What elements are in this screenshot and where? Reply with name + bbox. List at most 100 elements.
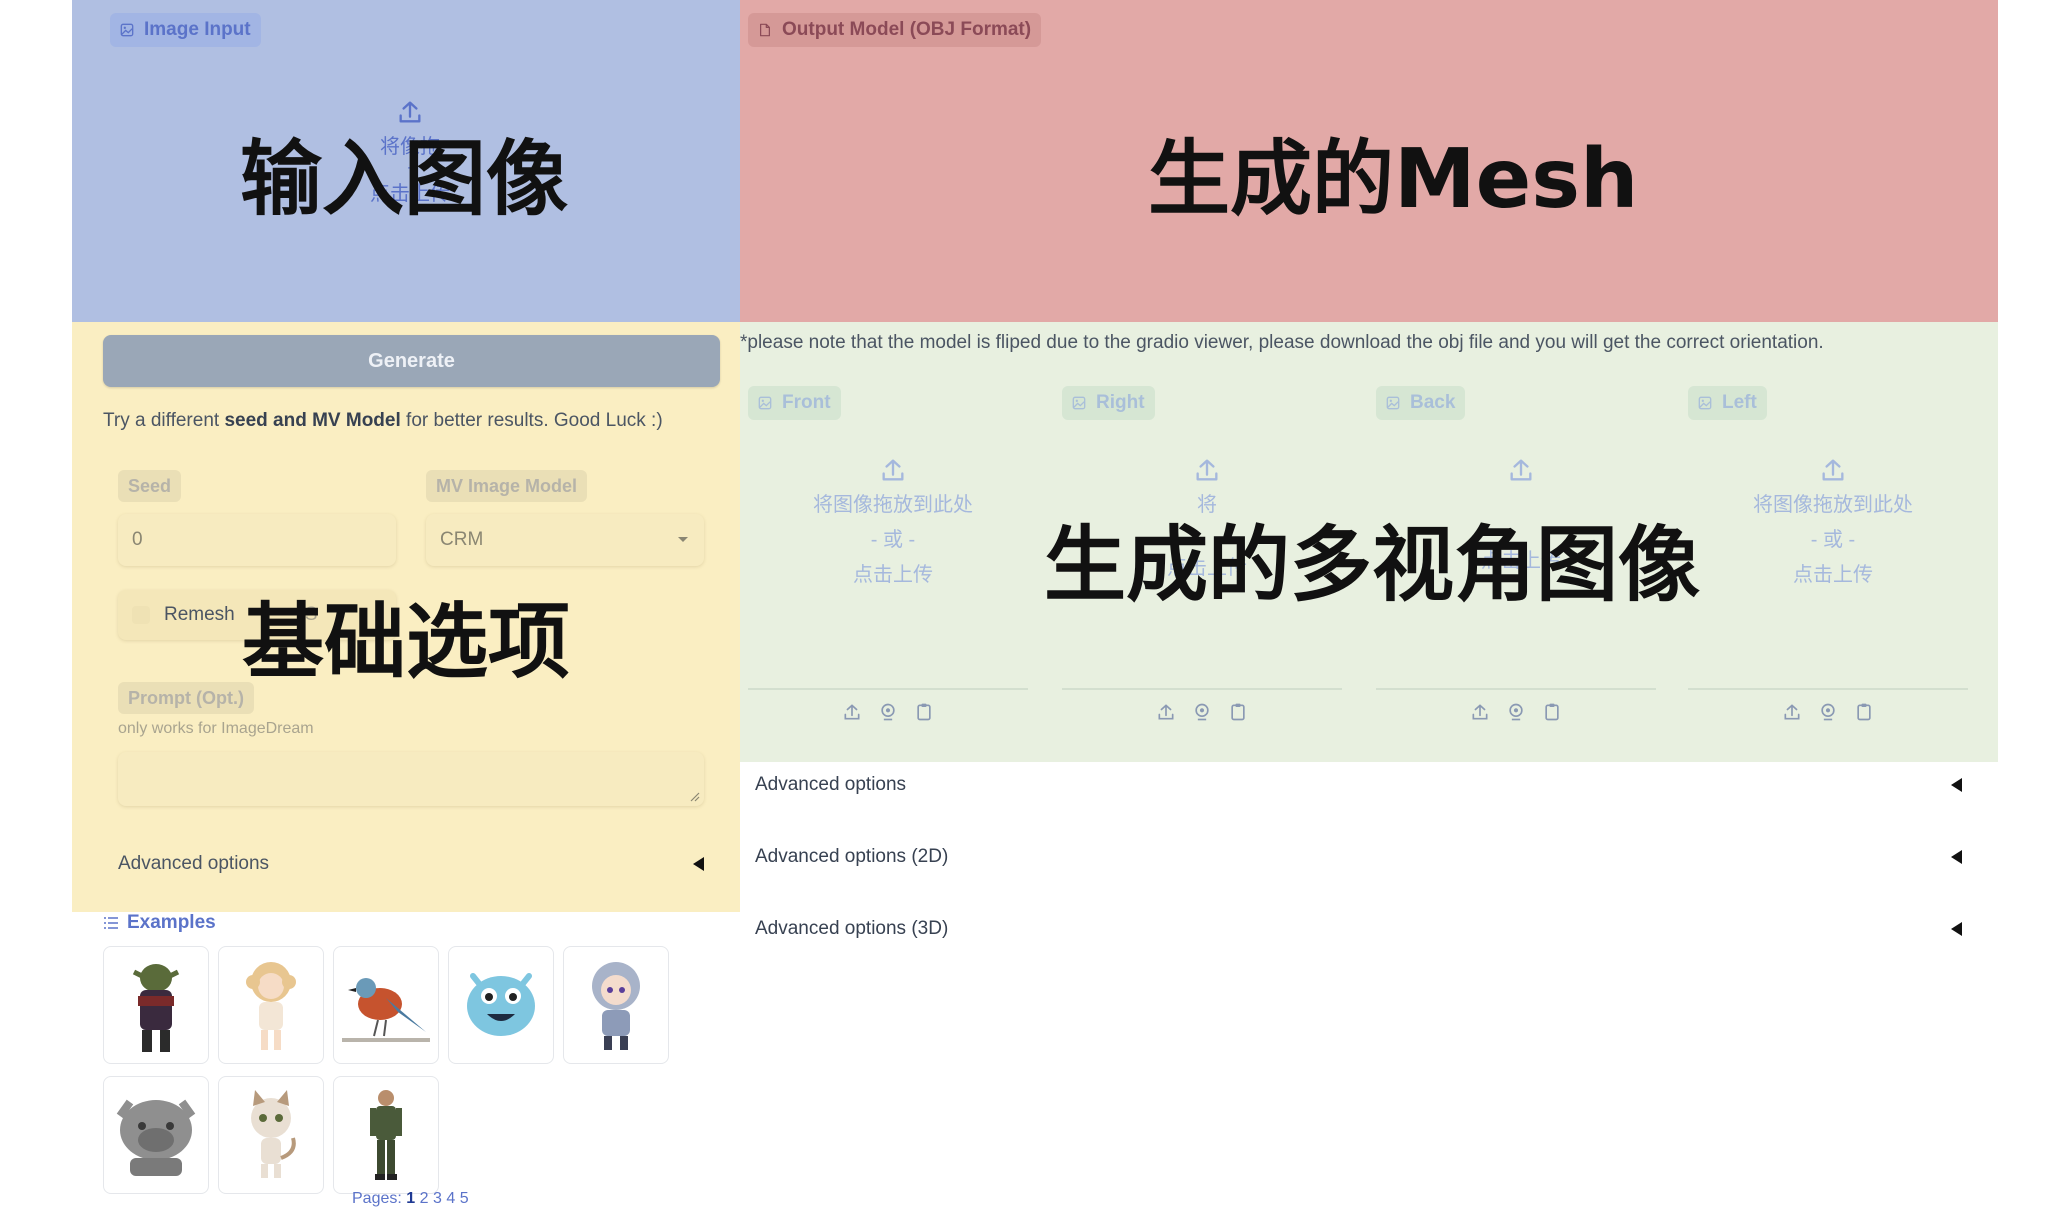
image-icon (1072, 396, 1086, 410)
example-blue-fluffy-monster[interactable] (448, 946, 554, 1064)
prompt-info: only works for ImageDream (118, 720, 314, 737)
page-1-link[interactable]: 1 (406, 1190, 415, 1207)
mv-right-label: Right (1062, 386, 1155, 420)
mv-left-line2: - 或 - (1810, 529, 1856, 551)
example-soldier[interactable] (333, 1076, 439, 1194)
example-orc-warrior[interactable] (103, 946, 209, 1064)
mv-right-label-text: Right (1096, 392, 1145, 413)
examples-header: Examples (103, 912, 216, 934)
hint-suffix: for better results. Good Luck :) (400, 410, 663, 431)
page-2-link[interactable]: 2 (420, 1190, 429, 1207)
accordion-advanced-options-3d-label: Advanced options (3D) (755, 918, 949, 939)
mv-left-label-text: Left (1722, 392, 1757, 413)
mv-front-line1: 将图像拖放到此处 (813, 494, 973, 516)
orientation-note: *please note that the model is fliped du… (740, 332, 1824, 353)
triangle-left-icon (1951, 778, 1962, 792)
triangle-left-icon (1951, 922, 1962, 936)
clipboard-icon[interactable] (1854, 702, 1874, 722)
mv-front-toolbar (748, 702, 1028, 722)
example-hooded-chibi[interactable] (563, 946, 669, 1064)
page-5-link[interactable]: 5 (460, 1190, 469, 1207)
mv-view-left[interactable]: Left 将图像拖放到此处 - 或 - 点击上传 (1688, 386, 1978, 721)
mv-front-label-text: Front (782, 392, 831, 413)
example-blonde-girl-figurine[interactable] (218, 946, 324, 1064)
basic-advanced-options-label: Advanced options (118, 853, 270, 874)
accordion-advanced-options-2d[interactable]: Advanced options (2D) (755, 838, 1962, 876)
mv-view-front[interactable]: Front 将图像拖放到此处 - 或 - 点击上传 (748, 386, 1038, 721)
generate-button[interactable]: Generate (103, 335, 720, 387)
cartoon-cat-image (251, 1090, 296, 1178)
clipboard-icon[interactable] (914, 702, 934, 722)
orc-warrior-image (132, 964, 180, 1052)
triangle-left-icon (1951, 850, 1962, 864)
resize-handle-icon[interactable] (688, 790, 700, 802)
triangle-left-icon (693, 857, 704, 871)
file-icon (760, 23, 770, 37)
mv-back-label: Back (1376, 386, 1466, 420)
mv-left-label: Left (1688, 386, 1767, 420)
image-input-label-text: Image Input (144, 19, 251, 40)
bird-image (342, 978, 430, 1042)
mv-front-separator (748, 688, 1028, 690)
upload-icon (882, 459, 904, 481)
seed-value: 0 (132, 529, 143, 550)
prompt-textarea[interactable] (118, 752, 704, 806)
image-icon (1698, 396, 1712, 410)
accordion-advanced-options-2d-label: Advanced options (2D) (755, 846, 949, 867)
overlay-mesh: 生成的Mesh (1148, 132, 1639, 227)
upload-icon[interactable] (1782, 702, 1802, 722)
stone-bulldog-image (116, 1099, 196, 1176)
upload-icon[interactable] (1156, 702, 1176, 722)
blue-monster-image (467, 973, 535, 1036)
mv-right-toolbar (1062, 702, 1342, 722)
upload-icon[interactable] (842, 702, 862, 722)
accordion-advanced-options-label: Advanced options (755, 774, 907, 795)
pagination: Pages: 1 2 3 4 5 (352, 1190, 469, 1208)
image-icon (120, 23, 134, 37)
page-4-link[interactable]: 4 (446, 1190, 455, 1207)
mv-left-separator (1688, 688, 1968, 690)
output-model-label: Output Model (OBJ Format) (748, 13, 1042, 47)
soldier-image (370, 1090, 402, 1180)
webcam-icon[interactable] (1818, 702, 1838, 722)
overlay-basic-options: 基础选项 (242, 595, 571, 690)
pages-label: Pages: (352, 1190, 402, 1207)
basic-advanced-options[interactable]: Advanced options (118, 846, 704, 882)
hint-bold: seed and MV Model (224, 410, 401, 431)
webcam-icon[interactable] (1506, 702, 1526, 722)
example-stone-bulldog-bust[interactable] (103, 1076, 209, 1194)
webcam-icon[interactable] (878, 702, 898, 722)
mv-front-line2: - 或 - (870, 529, 916, 551)
mv-front-dropzone[interactable]: 将图像拖放到此处 - 或 - 点击上传 (748, 456, 1038, 587)
mv-front-line3: 点击上传 (853, 564, 933, 586)
accordion-advanced-options[interactable]: Advanced options (755, 766, 1962, 804)
image-icon (1386, 396, 1400, 410)
example-bird[interactable] (333, 946, 439, 1064)
example-cartoon-cat[interactable] (218, 1076, 324, 1194)
upload-icon (1510, 459, 1532, 481)
mv-model-label: MV Image Model (426, 470, 588, 502)
mv-model-select[interactable]: CRM (426, 514, 704, 566)
mv-back-toolbar (1376, 702, 1656, 722)
mv-model-value: CRM (440, 529, 484, 550)
blonde-girl-image (246, 962, 296, 1050)
mv-left-toolbar (1688, 702, 1968, 722)
mv-left-dropzone[interactable]: 将图像拖放到此处 - 或 - 点击上传 (1688, 456, 1978, 587)
seed-input[interactable]: 0 (118, 514, 396, 566)
mv-back-separator (1376, 688, 1656, 690)
upload-icon[interactable] (1470, 702, 1490, 722)
mv-left-line3: 点击上传 (1793, 564, 1873, 586)
remesh-label: Remesh (164, 604, 235, 625)
page-3-link[interactable]: 3 (433, 1190, 442, 1207)
accordion-advanced-options-3d[interactable]: Advanced options (3D) (755, 910, 1962, 948)
mv-back-label-text: Back (1410, 392, 1456, 413)
clipboard-icon[interactable] (1542, 702, 1562, 722)
mv-right-separator (1062, 688, 1342, 690)
overlay-input-image: 输入图像 (240, 132, 569, 227)
webcam-icon[interactable] (1192, 702, 1212, 722)
clipboard-icon[interactable] (1228, 702, 1248, 722)
mv-left-line1: 将图像拖放到此处 (1753, 494, 1913, 516)
remesh-checkbox[interactable] (132, 606, 150, 624)
image-icon (758, 396, 772, 410)
seed-label: Seed (118, 470, 182, 502)
